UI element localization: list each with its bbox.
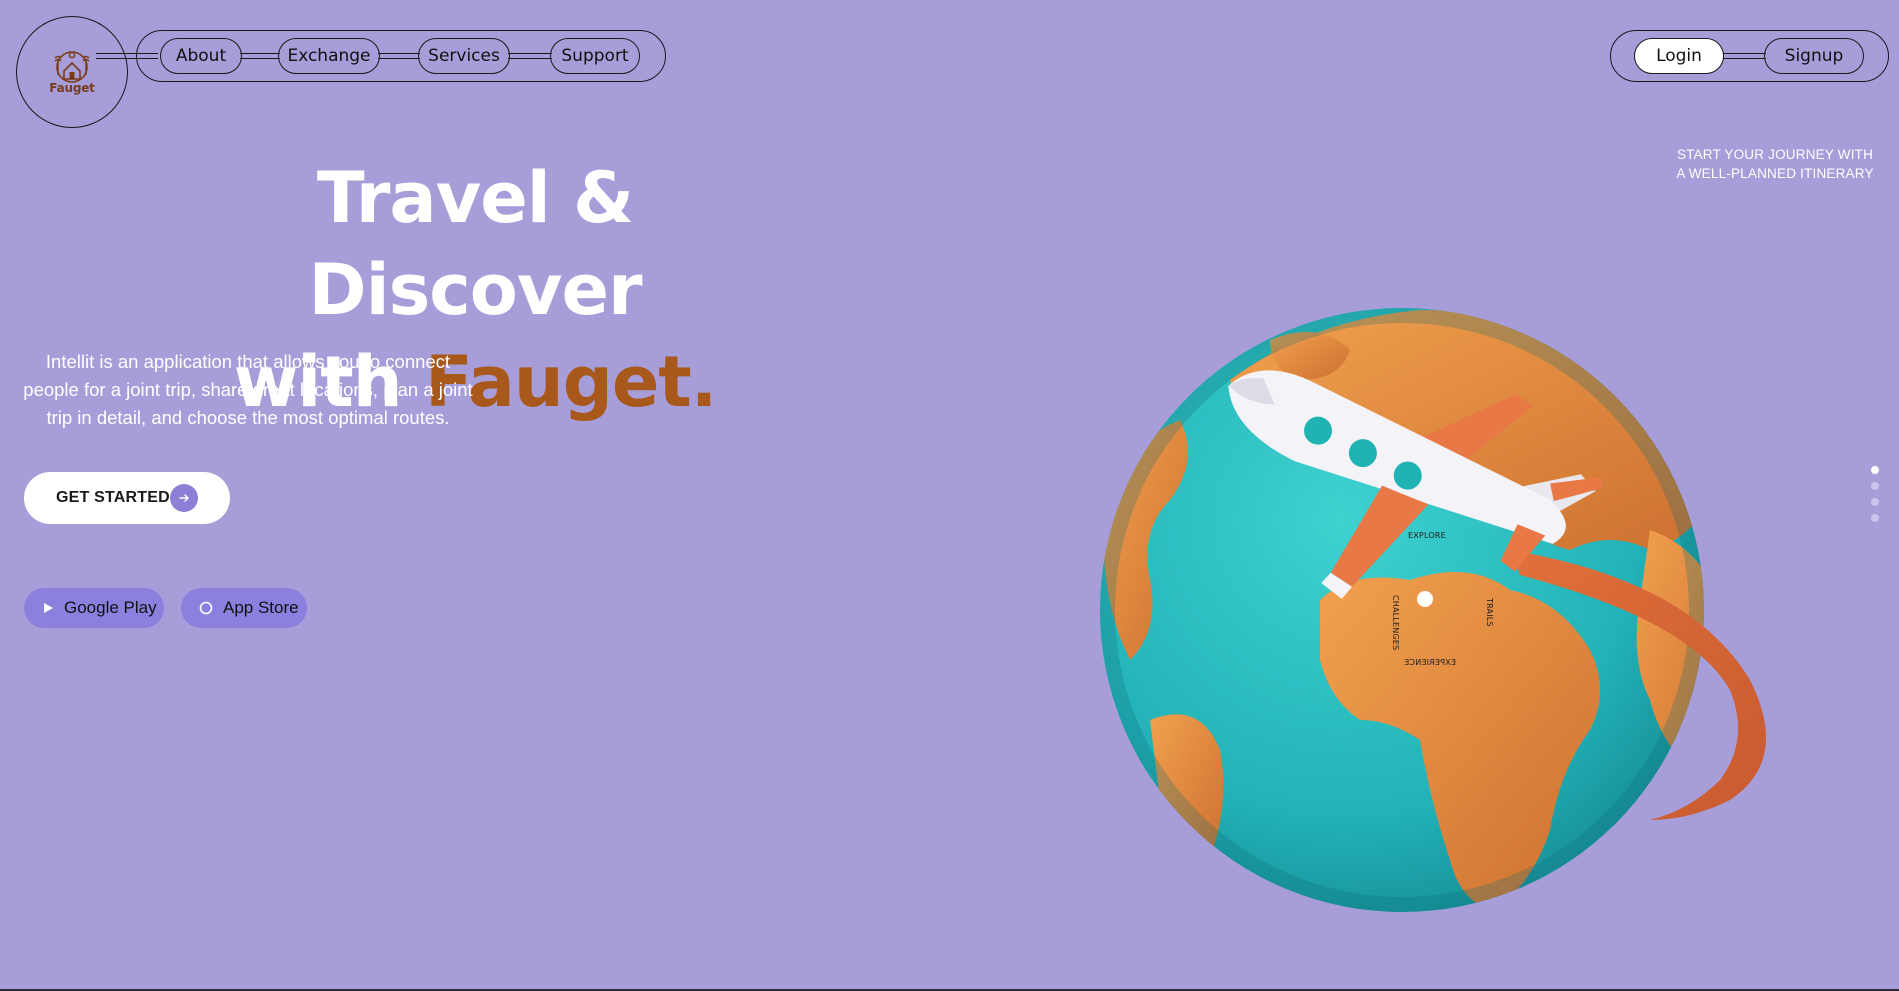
nav-item-services[interactable]: Services	[418, 38, 510, 74]
globe-label-explore: EXPLORE	[1408, 531, 1446, 540]
globe-label-experience: EXPERIENCE	[1404, 658, 1457, 667]
google-play-button[interactable]: Google Play	[24, 588, 164, 628]
google-play-label: Google Play	[64, 598, 157, 617]
tagline: START YOUR JOURNEY WITH A WELL-PLANNED I…	[1660, 145, 1890, 183]
tagline-line1: START YOUR JOURNEY WITH	[1676, 147, 1874, 162]
globe-label-trails: TRAILS	[1485, 598, 1494, 627]
logo-text: Fauget	[49, 81, 95, 95]
nav-item-exchange[interactable]: Exchange	[278, 38, 380, 74]
auth-connector	[1720, 53, 1766, 59]
globe-illustration: EXPLORE CHALLENGES TRAILS EXPERIENCE	[1090, 300, 1830, 940]
circle-icon	[199, 601, 213, 615]
carousel-dot-1[interactable]	[1871, 466, 1879, 474]
logo[interactable]: Fauget	[16, 16, 128, 128]
hero-title-line1: Travel & Discover	[308, 157, 643, 331]
carousel-indicators	[1871, 466, 1879, 530]
logo-house-icon	[54, 51, 90, 83]
get-started-label: GET STARTED	[56, 489, 170, 506]
globe-graphic	[1100, 308, 1766, 912]
globe-label-challenges: CHALLENGES	[1391, 595, 1400, 651]
nav-item-about[interactable]: About	[160, 38, 242, 74]
app-store-label: App Store	[223, 598, 299, 617]
get-started-button[interactable]: GET STARTED	[24, 472, 230, 524]
carousel-dot-3[interactable]	[1871, 498, 1879, 506]
hero-description: Intellit is an application that allows y…	[23, 351, 473, 428]
nav-item-support[interactable]: Support	[550, 38, 640, 74]
globe-hotspot[interactable]	[1417, 591, 1433, 607]
signup-button[interactable]: Signup	[1764, 38, 1864, 74]
tagline-line2: A WELL-PLANNED ITINERARY	[1676, 166, 1874, 181]
carousel-dot-4[interactable]	[1871, 514, 1879, 522]
app-store-button[interactable]: App Store	[181, 588, 307, 628]
play-icon	[42, 602, 54, 614]
login-button[interactable]: Login	[1634, 38, 1724, 74]
arrow-right-icon	[170, 484, 198, 512]
carousel-dot-2[interactable]	[1871, 482, 1879, 490]
